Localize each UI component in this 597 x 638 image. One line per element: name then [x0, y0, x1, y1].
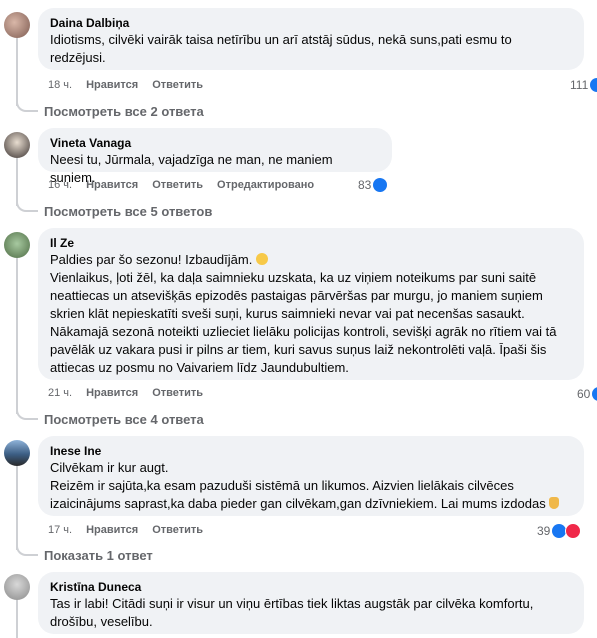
- comment-line-text: izaicinājums saprast,ka daba pieder gan …: [50, 496, 546, 511]
- comment-line: Tas ir labi! Citādi suņi ir visur un viņ…: [50, 596, 534, 611]
- comment-line: attiecas uz posmu no Vaivariem līdz Jaun…: [50, 360, 349, 375]
- comment-line: skrien klāt nepieskatīti sveši suņi, kur…: [50, 306, 525, 321]
- thread-curve: [16, 98, 38, 112]
- like-button[interactable]: Нравится: [86, 524, 138, 536]
- comment-author[interactable]: Daina Dalbiņa: [50, 16, 572, 31]
- reaction-number: 60: [577, 387, 591, 401]
- comment-author[interactable]: Vineta Vanaga: [50, 136, 380, 151]
- smile-emoji-icon: [255, 253, 268, 265]
- reaction-count[interactable]: 111: [570, 78, 597, 92]
- reaction-count[interactable]: 60: [577, 387, 597, 401]
- thread-line: [16, 258, 18, 414]
- reply-button[interactable]: Ответить: [152, 387, 203, 399]
- comment-author[interactable]: Kristīna Duneca: [50, 580, 572, 595]
- comment-bubble: Daina Dalbiņa Idiotisms, cilvēki vairāk …: [38, 8, 584, 70]
- thread-line: [16, 38, 18, 106]
- comment-line: Cilvēkam ir kur augt.: [50, 460, 169, 475]
- like-reaction-icon: [373, 178, 388, 192]
- comment-bubble: Il Ze Paldies par šo sezonu! Izbaudījām.…: [38, 228, 584, 380]
- reply-button[interactable]: Ответить: [152, 524, 203, 536]
- like-button[interactable]: Нравится: [86, 79, 138, 91]
- reaction-number: 83: [358, 178, 372, 192]
- edited-label: Отредактировано: [217, 179, 315, 191]
- comment-line: drošību, veselību.: [50, 614, 153, 629]
- like-reaction-icon: [552, 524, 567, 538]
- comment-bubble: Vineta Vanaga Neesi tu, Jūrmala, vajadzī…: [38, 128, 392, 185]
- comment-text: Tas ir labi! Citādi suņi ir visur un viņ…: [50, 595, 572, 631]
- comment-line: Vienlaikus, ļoti žēl, ka daļa saimnieku …: [50, 270, 537, 285]
- comment-text: Cilvēkam ir kur augt. Reizēm ir sajūta,k…: [50, 459, 572, 513]
- comment-text: Paldies par šo sezonu! Izbaudījām. Vienl…: [50, 251, 572, 377]
- thread-line: [16, 600, 18, 638]
- comment-line: redzējusi.: [50, 50, 106, 65]
- reply-button[interactable]: Ответить: [152, 79, 203, 91]
- fingers-crossed-emoji-icon: [549, 497, 560, 509]
- comment-time[interactable]: 18 ч.: [48, 79, 72, 91]
- reaction-number: 39: [537, 524, 551, 538]
- thread-curve: [16, 542, 38, 556]
- comment-line: izaicinājums saprast,ka daba pieder gan …: [50, 495, 572, 513]
- like-button[interactable]: Нравится: [86, 387, 138, 399]
- comment-bubble: Kristīna Duneca Tas ir labi! Citādi suņi…: [38, 572, 584, 634]
- like-reaction-icon: [590, 78, 597, 92]
- comment-line: neattiecas un atsevišķās epizodēs pastai…: [50, 288, 543, 303]
- heart-reaction-icon: [565, 523, 582, 539]
- comment-author[interactable]: Il Ze: [50, 236, 572, 251]
- comment-line: Idiotisms, cilvēki vairāk taisa netīrību…: [50, 32, 512, 47]
- comment-line-text: Paldies par šo sezonu! Izbaudījām.: [50, 252, 253, 267]
- thread-line: [16, 466, 18, 550]
- comment-time[interactable]: 17 ч.: [48, 524, 72, 536]
- comment-time[interactable]: 21 ч.: [48, 387, 72, 399]
- avatar[interactable]: [4, 132, 30, 158]
- view-replies-link[interactable]: Посмотреть все 5 ответов: [44, 204, 212, 219]
- reaction-number: 111: [570, 78, 589, 92]
- comment-time[interactable]: 16 ч.: [48, 179, 72, 191]
- comment-line: Reizēm ir sajūta,ka esam pazuduši sistēm…: [50, 478, 514, 493]
- comment-author[interactable]: Inese Ine: [50, 444, 572, 459]
- reaction-count[interactable]: 83: [358, 178, 388, 192]
- comment-text: Idiotisms, cilvēki vairāk taisa netīrību…: [50, 31, 572, 67]
- avatar[interactable]: [4, 232, 30, 258]
- view-replies-link[interactable]: Посмотреть все 4 ответа: [44, 412, 204, 427]
- comment-line: pavēlāk uz vakara pusi ir pilns ar tiem,…: [50, 342, 547, 357]
- reaction-count[interactable]: 39: [537, 523, 582, 539]
- comment-line: Nākamajā sezonā noteikti uzlieciet lielā…: [50, 324, 557, 339]
- thread-curve: [16, 198, 38, 212]
- view-replies-link[interactable]: Посмотреть все 2 ответа: [44, 104, 204, 119]
- like-reaction-icon: [592, 387, 597, 401]
- comment-bubble: Inese Ine Cilvēkam ir kur augt. Reizēm i…: [38, 436, 584, 516]
- view-replies-link[interactable]: Показать 1 ответ: [44, 548, 153, 563]
- comment-actions: 18 ч. Нравится Ответить: [48, 79, 203, 91]
- avatar[interactable]: [4, 574, 30, 600]
- comment-line: Paldies par šo sezonu! Izbaudījām.: [50, 251, 572, 269]
- like-button[interactable]: Нравится: [86, 179, 138, 191]
- comment-actions: 17 ч. Нравится Ответить: [48, 524, 203, 536]
- comment-actions: 16 ч. Нравится Ответить Отредактировано: [48, 179, 314, 191]
- thread-curve: [16, 406, 38, 420]
- reply-button[interactable]: Ответить: [152, 179, 203, 191]
- comment-actions: 21 ч. Нравится Ответить: [48, 387, 203, 399]
- avatar[interactable]: [4, 12, 30, 38]
- avatar[interactable]: [4, 440, 30, 466]
